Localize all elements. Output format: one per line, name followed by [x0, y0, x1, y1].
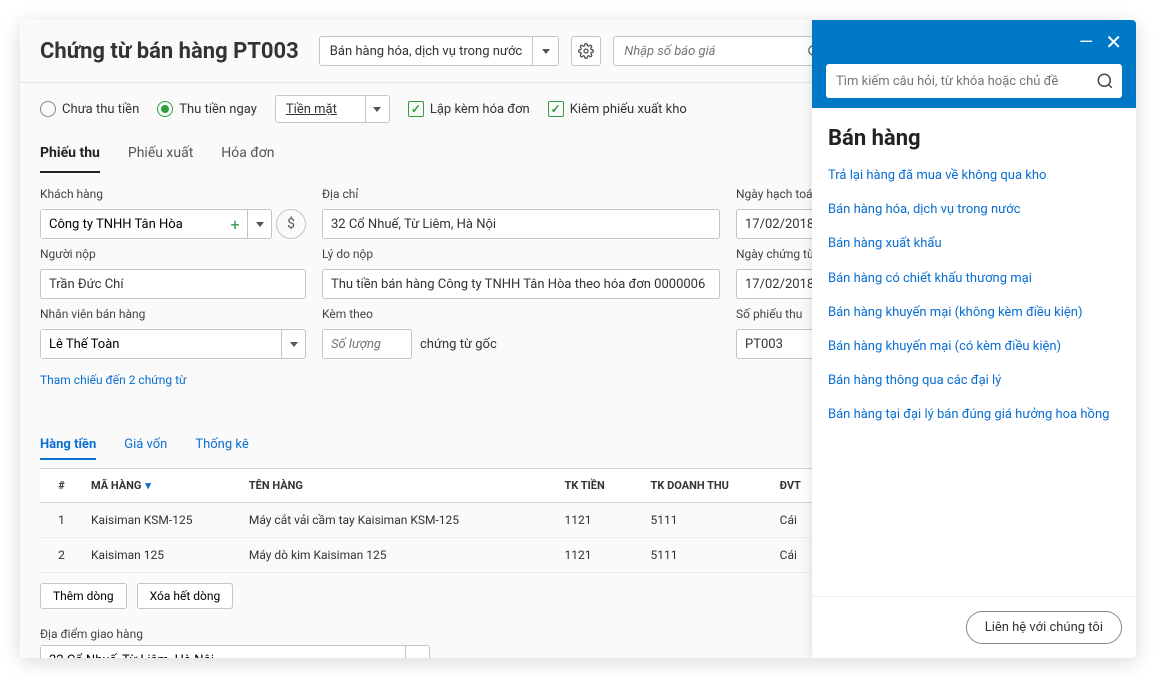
th-name[interactable]: TÊN HÀNG — [241, 469, 557, 503]
currency-icon[interactable]: $ — [276, 209, 306, 239]
subtab-money[interactable]: Hàng tiền — [40, 437, 96, 460]
tab-invoice[interactable]: Hóa đơn — [221, 135, 274, 173]
minimize-icon[interactable]: — — [1079, 32, 1093, 53]
payer-label: Người nộp — [40, 247, 306, 261]
cell-code[interactable]: Kaisiman KSM-125 — [83, 503, 241, 538]
delivery-select[interactable] — [40, 645, 430, 658]
help-link[interactable]: Trả lại hàng đã mua về không qua kho — [828, 167, 1120, 185]
page-title: Chứng từ bán hàng PT003 — [40, 39, 299, 64]
tab-receipt[interactable]: Phiếu thu — [40, 135, 100, 173]
plus-icon[interactable]: + — [223, 210, 247, 238]
cell-rev[interactable]: 5111 — [643, 538, 772, 573]
cell-name[interactable]: Máy cắt vải cầm tay Kaisiman KSM-125 — [241, 503, 557, 538]
payment-method-value: Tiền mặt — [276, 102, 365, 117]
radio-label: Thu tiền ngay — [179, 102, 257, 117]
delete-all-button[interactable]: Xóa hết dòng — [137, 583, 234, 609]
chevron-down-icon[interactable] — [365, 96, 389, 122]
cell-cash[interactable]: 1121 — [556, 538, 642, 573]
help-link[interactable]: Bán hàng khuyến mại (có kèm điều kiện) — [828, 338, 1120, 356]
checkbox-label: Lập kèm hóa đơn — [430, 102, 530, 117]
help-link[interactable]: Bán hàng xuất khẩu — [828, 235, 1120, 253]
cell-num: 1 — [40, 503, 83, 538]
salesman-input[interactable] — [41, 330, 281, 358]
help-panel: — ✕ Bán hàng Trả lại hàng đã mua về khôn… — [812, 20, 1136, 658]
search-icon[interactable] — [1088, 72, 1122, 90]
tab-export[interactable]: Phiếu xuất — [128, 135, 193, 173]
chevron-down-icon: ▾ — [145, 479, 151, 492]
cell-rev[interactable]: 5111 — [643, 503, 772, 538]
th-code[interactable]: MÃ HÀNG▾ — [83, 469, 241, 503]
close-icon[interactable]: ✕ — [1105, 30, 1122, 54]
checkmark-icon: ✓ — [548, 101, 564, 117]
sale-type-select[interactable]: Bán hàng hóa, dịch vụ trong nước — [319, 36, 559, 66]
radio-label: Chưa thu tiền — [62, 102, 139, 117]
th-cash[interactable]: TK TIỀN — [556, 469, 642, 503]
help-link[interactable]: Bán hàng thông qua các đại lý — [828, 372, 1120, 390]
chevron-down-icon[interactable] — [247, 210, 271, 238]
attach-suffix: chứng từ gốc — [420, 337, 497, 352]
payment-method-select[interactable]: Tiền mặt — [275, 95, 390, 123]
chevron-down-icon[interactable] — [532, 37, 558, 65]
help-body: Bán hàng Trả lại hàng đã mua về không qu… — [812, 108, 1136, 596]
add-row-button[interactable]: Thêm dòng — [40, 583, 127, 609]
th-rev[interactable]: TK DOANH THU — [643, 469, 772, 503]
payer-input[interactable] — [40, 269, 306, 299]
main-window: Chứng từ bán hàng PT003 Bán hàng hóa, dị… — [20, 20, 1136, 658]
sale-type-value: Bán hàng hóa, dịch vụ trong nước — [320, 44, 532, 59]
help-link[interactable]: Bán hàng hóa, dịch vụ trong nước — [828, 201, 1120, 219]
th-num: # — [40, 469, 83, 503]
quote-search-input[interactable] — [614, 44, 799, 59]
checkmark-icon: ✓ — [408, 101, 424, 117]
contact-button[interactable]: Liên hệ với chúng tôi — [966, 611, 1122, 644]
help-search-input[interactable] — [826, 74, 1088, 89]
radio-not-paid[interactable]: Chưa thu tiền — [40, 101, 139, 117]
gear-icon[interactable] — [571, 36, 601, 66]
radio-icon — [157, 101, 173, 117]
help-title: Bán hàng — [828, 126, 1120, 151]
attach-label: Kèm theo — [322, 307, 720, 321]
help-link[interactable]: Bán hàng khuyến mại (không kèm điều kiện… — [828, 304, 1120, 322]
help-link[interactable]: Bán hàng tại đại lý bán đúng giá hưởng h… — [828, 406, 1120, 424]
checkbox-with-export[interactable]: ✓ Kiêm phiếu xuất kho — [548, 101, 687, 117]
reason-label: Lý do nộp — [322, 247, 720, 261]
address-label: Địa chỉ — [322, 187, 720, 201]
cell-cash[interactable]: 1121 — [556, 503, 642, 538]
address-input[interactable] — [322, 209, 720, 239]
chevron-down-icon[interactable] — [405, 646, 429, 658]
customer-input[interactable] — [41, 210, 223, 238]
salesman-select[interactable] — [40, 329, 306, 359]
cell-code[interactable]: Kaisiman 125 — [83, 538, 241, 573]
checkbox-label: Kiêm phiếu xuất kho — [570, 102, 687, 117]
help-header: — ✕ — [812, 20, 1136, 108]
salesman-label: Nhân viên bán hàng — [40, 307, 306, 321]
help-search[interactable] — [826, 64, 1122, 98]
attach-qty-input[interactable] — [322, 329, 412, 359]
help-link[interactable]: Bán hàng có chiết khấu thương mại — [828, 270, 1120, 288]
radio-pay-now[interactable]: Thu tiền ngay — [157, 101, 257, 117]
checkbox-with-invoice[interactable]: ✓ Lập kèm hóa đơn — [408, 101, 530, 117]
customer-select[interactable]: + — [40, 209, 272, 239]
subtab-cost[interactable]: Giá vốn — [124, 437, 167, 460]
subtab-stats[interactable]: Thống kê — [195, 437, 248, 460]
radio-icon — [40, 101, 56, 117]
chevron-down-icon[interactable] — [281, 330, 305, 358]
help-footer: Liên hệ với chúng tôi — [812, 596, 1136, 658]
customer-label: Khách hàng — [40, 187, 306, 201]
cell-num: 2 — [40, 538, 83, 573]
delivery-input[interactable] — [41, 646, 405, 658]
cell-name[interactable]: Máy dò kim Kaisiman 125 — [241, 538, 557, 573]
reason-input[interactable] — [322, 269, 720, 299]
